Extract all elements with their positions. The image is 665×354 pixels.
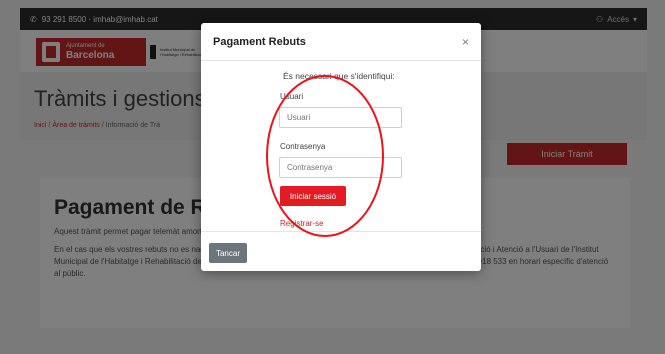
close-button[interactable]: Tancar [209, 243, 247, 263]
login-modal: Pagament Rebuts × És necessari que s'ide… [201, 23, 481, 271]
password-input[interactable] [279, 157, 402, 178]
password-label: Contrasenya [280, 142, 326, 151]
modal-footer: Tancar [201, 231, 481, 271]
modal-title: Pagament Rebuts [213, 35, 306, 48]
username-label: Usuari [280, 92, 304, 101]
close-icon[interactable]: × [462, 35, 469, 49]
username-input[interactable] [279, 107, 402, 128]
login-button[interactable]: Iniciar sessió [280, 186, 346, 206]
modal-header: Pagament Rebuts × [201, 23, 481, 61]
register-link[interactable]: Registrar-se [280, 219, 324, 228]
identify-notice: És necessari que s'identifiqui: [283, 71, 395, 81]
